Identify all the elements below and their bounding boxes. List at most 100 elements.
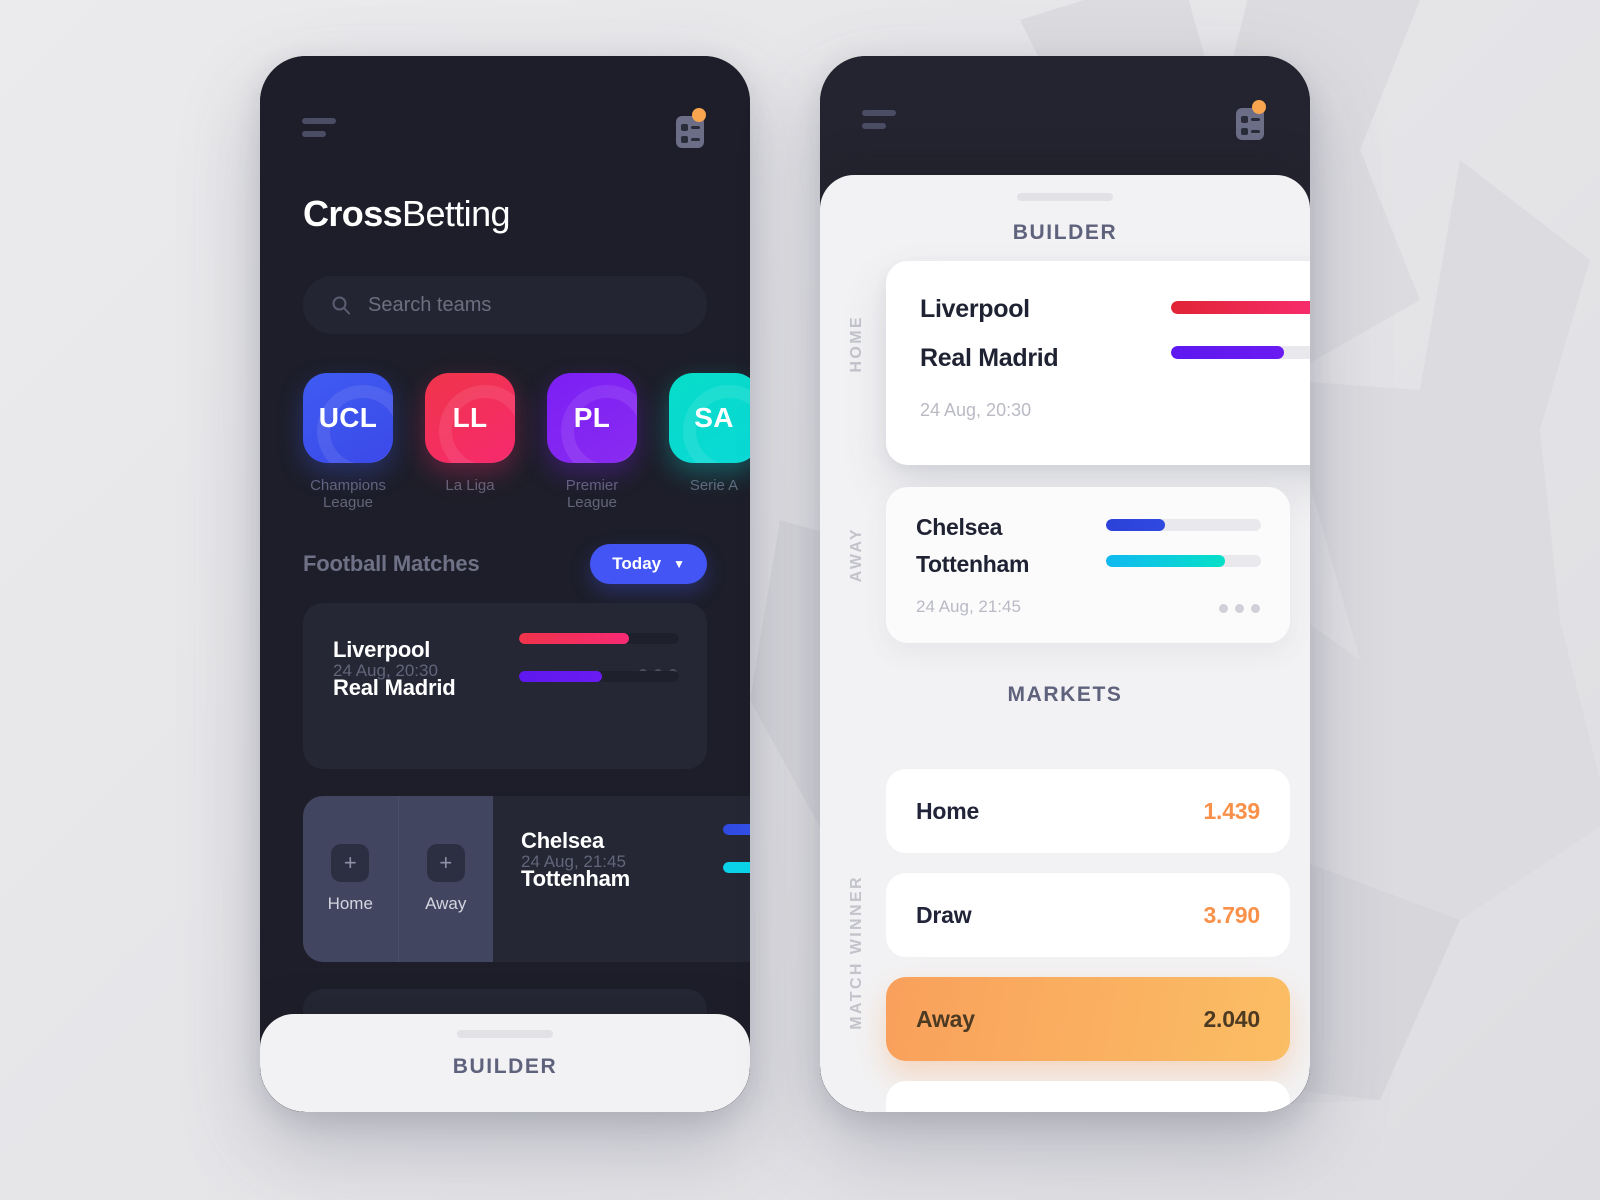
league-badge-premier: PL — [547, 373, 637, 463]
away-odds-fill — [723, 862, 750, 873]
home-odds-track — [723, 824, 750, 835]
phone-left: CrossBetting Search teams UCL Champions … — [260, 56, 750, 1112]
league-abbr: LL — [452, 402, 488, 433]
slot-label-home: HOME — [848, 315, 865, 373]
match-odds-bars — [1171, 301, 1310, 359]
search-placeholder: Search teams — [368, 293, 492, 316]
home-odds-fill — [1171, 301, 1310, 314]
league-item-premier[interactable]: PL Premier League — [547, 373, 637, 523]
search-icon — [332, 296, 350, 315]
match-home-team: Chelsea — [916, 514, 1003, 540]
away-odds-track — [1106, 555, 1261, 567]
market-odds: 2.040 — [1203, 1005, 1260, 1032]
hamburger-menu-icon[interactable] — [862, 110, 896, 136]
chevron-down-icon: ▼ — [673, 557, 685, 571]
league-badge-ucl: UCL — [303, 373, 393, 463]
home-odds-track — [1106, 519, 1261, 531]
drag-handle[interactable] — [1017, 193, 1113, 201]
phone-right: BUILDER HOME Liverpool Real Madrid 24 Au… — [820, 56, 1310, 1112]
match-card[interactable]: Liverpool Real Madrid 24 Aug, 20:30 — [303, 603, 707, 769]
league-name: Premier League — [565, 477, 619, 512]
match-datetime: 24 Aug, 20:30 — [333, 661, 438, 680]
plus-icon: + — [331, 844, 370, 882]
hamburger-menu-icon[interactable] — [302, 118, 336, 144]
league-filter-list[interactable]: UCL Champions League LL La Liga PL Premi… — [303, 373, 750, 523]
match-card-swiped: + Home + Away Chelsea Tottenham 24 Aug, … — [303, 796, 750, 962]
builder-slot-card-away[interactable]: Chelsea Tottenham 24 Aug, 21:45 — [886, 487, 1290, 643]
swipe-action-label: Home — [327, 894, 373, 913]
search-input[interactable]: Search teams — [303, 276, 707, 334]
league-badge-laliga: LL — [425, 373, 515, 463]
league-abbr: SA — [694, 402, 734, 433]
match-card[interactable]: Chelsea Tottenham 24 Aug, 21:45 — [493, 796, 750, 962]
home-screen: CrossBetting Search teams UCL Champions … — [260, 56, 750, 1112]
add-away-action[interactable]: + Away — [397, 796, 494, 962]
date-filter-dropdown[interactable]: Today ▼ — [590, 544, 707, 584]
clipboard-checklist-icon[interactable] — [1234, 100, 1268, 142]
date-filter-label: Today — [612, 554, 662, 573]
app-title-light: Betting — [402, 193, 510, 234]
match-odds-bars — [1106, 519, 1261, 567]
market-odds: 1.439 — [1203, 797, 1260, 824]
league-item-ucl[interactable]: UCL Champions League — [303, 373, 393, 523]
away-odds-track — [723, 862, 750, 873]
league-abbr: PL — [573, 402, 611, 433]
away-odds-fill — [519, 671, 603, 682]
home-odds-fill — [1106, 519, 1165, 531]
away-odds-track — [1171, 346, 1310, 359]
swipe-action-label: Away — [425, 894, 467, 913]
left-top-bar — [260, 102, 750, 156]
market-row-home[interactable]: Home 1.439 — [886, 769, 1290, 853]
match-datetime: 24 Aug, 21:45 — [916, 597, 1021, 616]
clipboard-checklist-icon[interactable] — [674, 108, 708, 150]
right-top-bar — [820, 96, 1310, 150]
league-item-laliga[interactable]: LL La Liga — [425, 373, 515, 523]
league-item-seriea[interactable]: SA Serie A — [669, 373, 750, 523]
swipe-action-panel: + Home + Away — [303, 796, 493, 962]
market-row-next[interactable] — [886, 1081, 1290, 1112]
drag-handle[interactable] — [457, 1030, 553, 1038]
builder-slot-card-home[interactable]: Liverpool Real Madrid 24 Aug, 20:30 — [886, 261, 1310, 465]
match-home-team: Liverpool — [920, 295, 1030, 323]
league-abbr: UCL — [318, 402, 378, 433]
away-odds-fill — [1171, 346, 1284, 359]
match-away-team: Real Madrid — [920, 344, 1059, 372]
builder-sheet-title: BUILDER — [1012, 221, 1118, 244]
market-row-away[interactable]: Away 2.040 — [886, 977, 1290, 1061]
market-group-label: MATCH WINNER — [848, 875, 865, 1030]
builder-screen: BUILDER HOME Liverpool Real Madrid 24 Au… — [820, 56, 1310, 1112]
match-datetime: 24 Aug, 21:45 — [521, 852, 626, 871]
league-name: Serie A — [689, 477, 739, 494]
away-odds-fill — [1106, 555, 1226, 567]
add-home-action[interactable]: + Home — [303, 796, 398, 962]
more-dots-icon[interactable] — [1219, 604, 1260, 613]
match-odds-bars — [723, 824, 750, 900]
app-title-bold: Cross — [303, 193, 403, 234]
builder-bottom-sheet[interactable]: BUILDER — [260, 1014, 750, 1112]
slot-label-away: AWAY — [848, 527, 865, 583]
home-odds-track — [1171, 301, 1310, 314]
section-title: Football Matches — [303, 551, 480, 576]
screenshot-canvas: CrossBetting Search teams UCL Champions … — [0, 0, 1600, 1200]
league-name: Champions League — [310, 477, 386, 512]
home-odds-track — [519, 633, 679, 644]
league-name: La Liga — [445, 477, 495, 494]
markets-section-title: MARKETS — [1007, 683, 1123, 706]
page-title: CrossBetting — [303, 193, 511, 235]
market-row-draw[interactable]: Draw 3.790 — [886, 873, 1290, 957]
match-away-team: Tottenham — [916, 551, 1030, 577]
matches-section-header: Football Matches Today ▼ — [303, 542, 707, 586]
market-odds: 3.790 — [1203, 901, 1260, 928]
builder-sheet: BUILDER HOME Liverpool Real Madrid 24 Au… — [820, 175, 1310, 1112]
away-odds-track — [519, 671, 679, 682]
market-label: Draw — [916, 901, 972, 928]
league-badge-seriea: SA — [669, 373, 750, 463]
plus-icon: + — [426, 844, 465, 882]
match-datetime: 24 Aug, 20:30 — [920, 400, 1032, 420]
home-odds-fill — [519, 633, 630, 644]
builder-sheet-title: BUILDER — [452, 1055, 558, 1078]
market-label: Away — [916, 1005, 975, 1032]
home-odds-fill — [723, 824, 750, 835]
market-label: Home — [916, 797, 980, 824]
match-odds-bars — [519, 633, 679, 709]
